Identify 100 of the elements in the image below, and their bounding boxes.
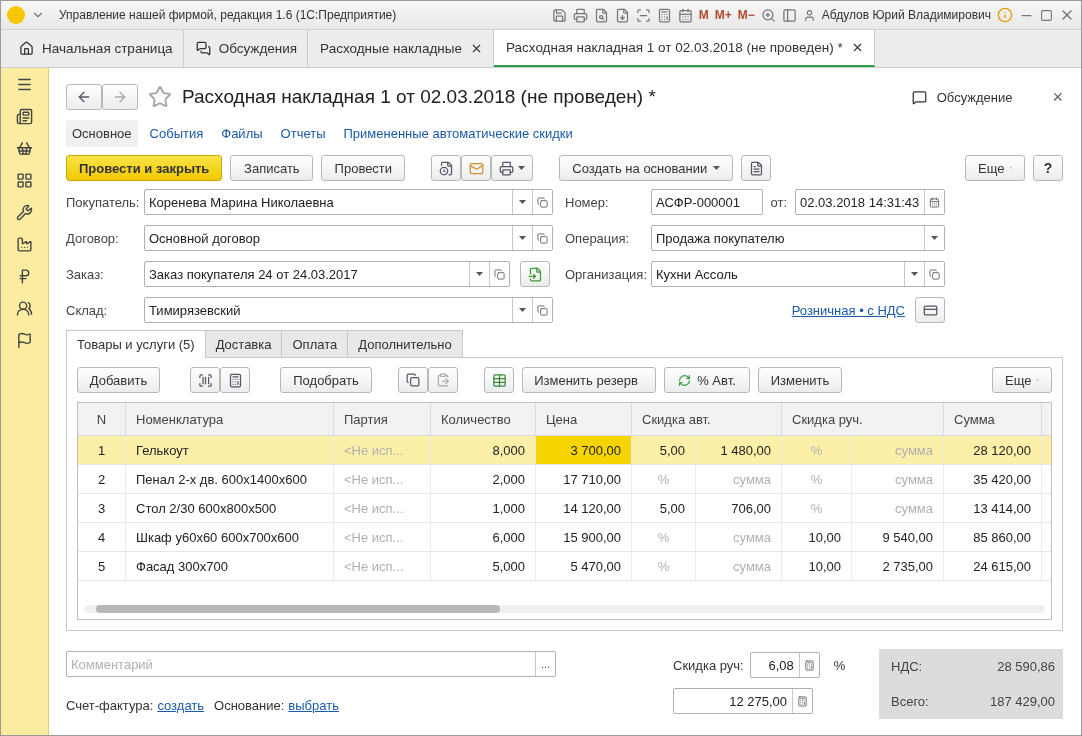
table-cell: % [782, 465, 852, 493]
menu-icon[interactable] [16, 76, 33, 93]
flag-icon[interactable] [16, 332, 33, 349]
table-cell: % [782, 436, 852, 464]
table-row[interactable]: 1 Гелькоут <Не исп... 8,000 3 700,00 5,00 1 480,00 % сумма 28 120,00 [78, 436, 1051, 465]
document-tab[interactable]: Оплата [281, 330, 349, 357]
select-field[interactable]: Тимирязевский [144, 297, 553, 323]
card-button[interactable] [915, 297, 945, 323]
print-button[interactable] [491, 155, 534, 181]
table-row[interactable]: 2 Пенал 2-х дв. 600х1400х600 <Не исп... 2,000 17 710,00 % сумма % сумма 35 420,00 [78, 465, 1051, 494]
basket-icon[interactable] [16, 140, 33, 157]
table-row[interactable]: 5 Фасад 300х700 <Не исп... 5,000 5 470,00 % сумма 10,00 2 735,00 24 615,00 [78, 552, 1051, 581]
auto-discount-button[interactable]: % Авт. [664, 367, 750, 393]
calendar-icon[interactable] [677, 7, 693, 23]
app-tab[interactable]: Расходная накладная 1 от 02.03.2018 (не проведен) * [493, 30, 875, 67]
save-icon[interactable] [551, 7, 567, 23]
document-button[interactable] [741, 155, 772, 181]
factory-icon[interactable] [16, 236, 33, 253]
terminal-button[interactable] [220, 367, 250, 393]
date-field[interactable]: 02.03.2018 14:31:43 [795, 189, 945, 215]
app-tab[interactable]: Расходные накладные [308, 30, 494, 67]
document-tab[interactable]: Товары и услуги (5) [66, 330, 206, 358]
table-cell: 5 470,00 [536, 552, 632, 580]
select-field[interactable]: Коренева Марина Николаевна [144, 189, 553, 215]
window-title: Управление нашей фирмой, редакция 1.6 (1С:Предприятие) [59, 8, 398, 22]
history-button[interactable] [431, 155, 462, 181]
price-type-link[interactable]: Розничная • с НДС [791, 302, 905, 318]
table-cell: Стол 2/30 600х800х500 [126, 494, 334, 522]
table-cell: 15 900,00 [536, 523, 632, 551]
select-field[interactable]: Основной договор [144, 225, 553, 251]
barcode-icon [197, 372, 213, 388]
table-row[interactable]: 4 Шкаф у60х60 600х700х600 <Не исп... 6,000 15 900,00 % сумма 10,00 9 540,00 85 860,00 [78, 523, 1051, 552]
discount-percent-field[interactable]: 6,08 [749, 652, 820, 678]
table-cell: 10,00 [782, 523, 852, 551]
more-button[interactable]: Еще [965, 155, 1025, 181]
create-based-button[interactable]: Создать на основании [559, 155, 734, 181]
memory-button[interactable]: M [698, 8, 709, 22]
select-field[interactable]: Продажа покупателю [651, 225, 945, 251]
change-reserve-button[interactable]: Изменить резерв [522, 367, 656, 393]
number-field[interactable]: АСФР-000001 [651, 189, 763, 215]
close-button[interactable]: × [1052, 86, 1063, 108]
app-tab[interactable]: Обсуждения [183, 30, 309, 67]
table-button[interactable] [484, 367, 514, 393]
select-link[interactable]: выбрать [288, 697, 339, 713]
post-close-button[interactable]: Провести и закрыть [66, 155, 223, 181]
envelope-icon [468, 160, 484, 176]
tools-icon[interactable] [16, 204, 33, 221]
info-icon[interactable] [997, 7, 1013, 23]
users-icon[interactable] [16, 300, 33, 317]
scanner-icon[interactable] [635, 7, 651, 23]
back-button[interactable] [66, 84, 102, 110]
printer-icon[interactable] [572, 7, 588, 23]
change-button[interactable]: Изменить [758, 367, 842, 393]
maximize-icon[interactable] [1040, 8, 1053, 22]
table-cell: сумма [852, 436, 944, 464]
copy-button[interactable] [398, 367, 428, 393]
download-icon[interactable] [614, 7, 630, 23]
section-tab[interactable]: Примененные автоматические скидки [337, 119, 579, 147]
memory-button[interactable]: M+ [714, 8, 732, 22]
add-button[interactable]: Добавить [77, 367, 160, 393]
select-field[interactable]: Кухни Ассоль [651, 261, 945, 287]
card-icon[interactable] [16, 108, 33, 125]
refresh-icon [678, 373, 692, 387]
toolbar-button[interactable]: Записать [230, 155, 314, 181]
section-tab[interactable]: События [143, 119, 210, 147]
section-tab[interactable]: Файлы [215, 119, 269, 147]
fill-button[interactable] [520, 261, 550, 287]
discussion-icon [911, 89, 927, 105]
user-name[interactable]: Абдулов Юрий Владимирович [821, 8, 991, 22]
document-tab[interactable]: Дополнительно [347, 330, 463, 357]
section-tab[interactable]: Отчеты [274, 119, 332, 147]
caret-icon [713, 166, 721, 170]
table-cell: 2 735,00 [852, 552, 944, 580]
table-cell: 2,000 [431, 465, 536, 493]
table-cell: % [632, 552, 696, 580]
discussion-link[interactable]: Обсуждение [936, 89, 1013, 105]
star-icon[interactable] [148, 85, 172, 109]
table-cell: <Не исп... [334, 494, 431, 522]
barcode-search-button[interactable] [190, 367, 220, 393]
help-button[interactable]: ? [1033, 155, 1063, 181]
panel-icon[interactable] [781, 7, 797, 23]
table-cell: 35 420,00 [944, 465, 1042, 493]
section-tab[interactable]: Основное [66, 119, 138, 147]
table-cell: 5,00 [632, 494, 696, 522]
calculator-icon[interactable] [656, 7, 672, 23]
table-row[interactable]: 3 Стол 2/30 600х800х500 <Не исп... 1,000 14 120,00 5,00 706,00 % сумма 13 414,00 [78, 494, 1051, 523]
pick-button[interactable]: Подобрать [280, 367, 372, 393]
discount-amount-field[interactable]: 12 275,00 [673, 688, 813, 714]
toolbar-button[interactable]: Провести [321, 155, 406, 181]
create-link[interactable]: создать [157, 697, 205, 713]
horizontal-scrollbar[interactable] [84, 605, 1045, 613]
grid-icon[interactable] [16, 172, 33, 189]
select-field[interactable]: Заказ покупателя 24 от 24.03.2017 [144, 261, 510, 287]
app-tab[interactable]: Начальная страница [7, 30, 184, 67]
zoom-icon[interactable] [760, 7, 776, 23]
document-tab[interactable]: Доставка [204, 330, 283, 357]
comment-field[interactable]: Комментарий ... [66, 651, 556, 677]
preview-icon[interactable] [593, 7, 609, 23]
memory-button[interactable]: M− [737, 8, 755, 22]
more-button[interactable]: Еще [992, 367, 1052, 393]
